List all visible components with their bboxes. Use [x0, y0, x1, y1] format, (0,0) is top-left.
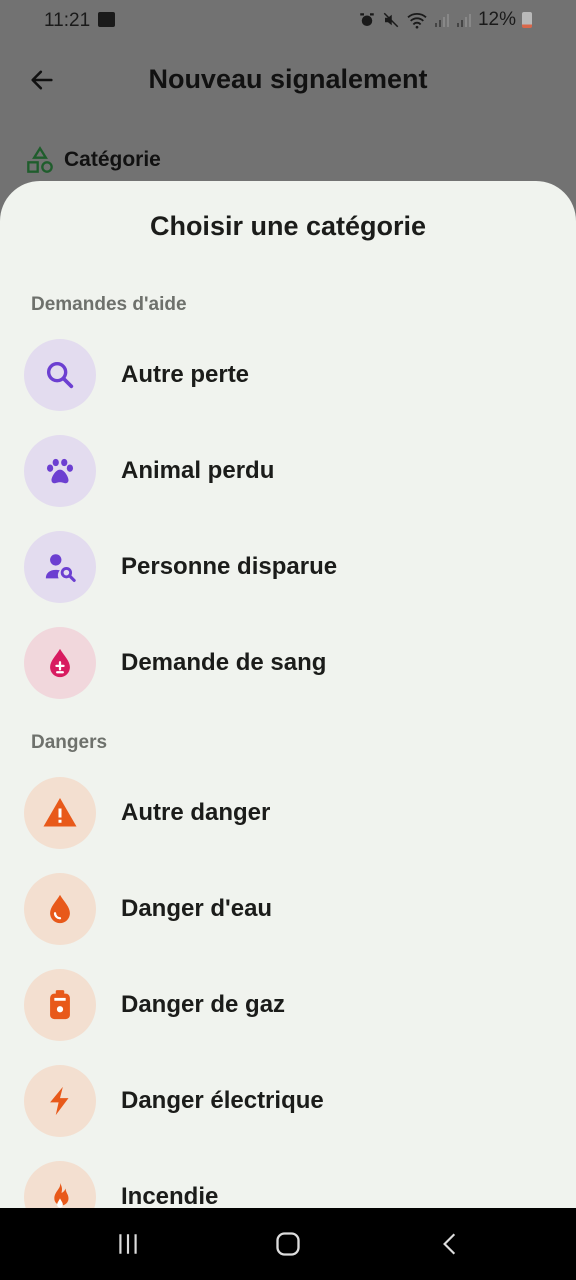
category-item-autre-danger[interactable]: Autre danger: [0, 769, 576, 857]
signal-icon-2: [456, 14, 471, 27]
back-chevron-icon: [443, 1233, 456, 1255]
system-back-button[interactable]: [420, 1224, 480, 1264]
section-header-help: Demandes d'aide: [31, 294, 187, 315]
category-bottom-sheet: Choisir une catégorie Demandes d'aide Au…: [0, 181, 576, 1208]
water-drop-icon: [50, 894, 70, 924]
person-search-icon: [45, 554, 76, 583]
shapes-icon: [27, 146, 53, 173]
wifi-icon: [407, 13, 427, 29]
item-label: Danger de gaz: [121, 991, 286, 1018]
icon-circle: [24, 435, 96, 507]
system-nav-bar: [0, 1208, 576, 1280]
icon-circle: [24, 873, 96, 945]
status-time: 11:21: [44, 10, 91, 31]
category-field-label: Catégorie: [26, 146, 161, 174]
icon-circle: [24, 1065, 96, 1137]
item-label: Autre perte: [121, 361, 250, 388]
item-label: Demande de sang: [121, 649, 327, 676]
category-item-demande-de-sang[interactable]: Demande de sang: [0, 619, 576, 707]
status-bar: 11:21 12%: [0, 0, 576, 44]
category-item-danger-eau[interactable]: Danger d'eau: [0, 865, 576, 953]
recent-apps-button[interactable]: [98, 1224, 158, 1264]
image-notification-icon: [98, 12, 115, 27]
home-icon: [276, 1232, 300, 1256]
category-item-animal-perdu[interactable]: Animal perdu: [0, 427, 576, 515]
warning-icon: [43, 798, 77, 827]
page-title: Nouveau signalement: [148, 64, 428, 94]
mute-icon: [383, 12, 399, 28]
category-item-danger-electrique[interactable]: Danger électrique: [0, 1057, 576, 1145]
battery-icon: [522, 12, 532, 28]
icon-circle: [24, 531, 96, 603]
category-item-incendie[interactable]: Incendie: [0, 1153, 576, 1208]
item-label: Personne disparue: [121, 553, 338, 580]
item-label: Autre danger: [121, 799, 271, 826]
status-icons: 12%: [358, 9, 532, 31]
home-button[interactable]: [258, 1224, 318, 1264]
battery-percent: 12%: [477, 9, 516, 30]
signal-icon: [434, 14, 449, 27]
item-label: Incendie: [121, 1183, 219, 1208]
category-item-danger-de-gaz[interactable]: Danger de gaz: [0, 961, 576, 1049]
lightning-icon: [50, 1086, 69, 1116]
search-icon: [46, 361, 74, 389]
gas-cylinder-icon: [50, 990, 70, 1020]
item-label: Danger d'eau: [121, 895, 273, 922]
sheet-title: Choisir une catégorie: [149, 211, 427, 241]
recent-apps-icon: [119, 1234, 137, 1254]
alarm-icon: [360, 13, 374, 26]
category-label-text: Catégorie: [64, 148, 161, 171]
icon-circle: [24, 1161, 96, 1208]
section-header-dangers: Dangers: [31, 732, 108, 753]
category-item-personne-disparue[interactable]: Personne disparue: [0, 523, 576, 611]
icon-circle: [24, 969, 96, 1041]
app-bar: Nouveau signalement: [0, 50, 576, 110]
icon-circle: [24, 777, 96, 849]
icon-circle: [24, 627, 96, 699]
fire-icon: [54, 1182, 69, 1208]
category-item-autre-perte[interactable]: Autre perte: [0, 331, 576, 419]
item-label: Danger électrique: [121, 1087, 324, 1114]
blood-drop-icon: [50, 648, 70, 678]
paw-icon: [46, 458, 74, 484]
item-label: Animal perdu: [121, 457, 275, 484]
icon-circle: [24, 339, 96, 411]
